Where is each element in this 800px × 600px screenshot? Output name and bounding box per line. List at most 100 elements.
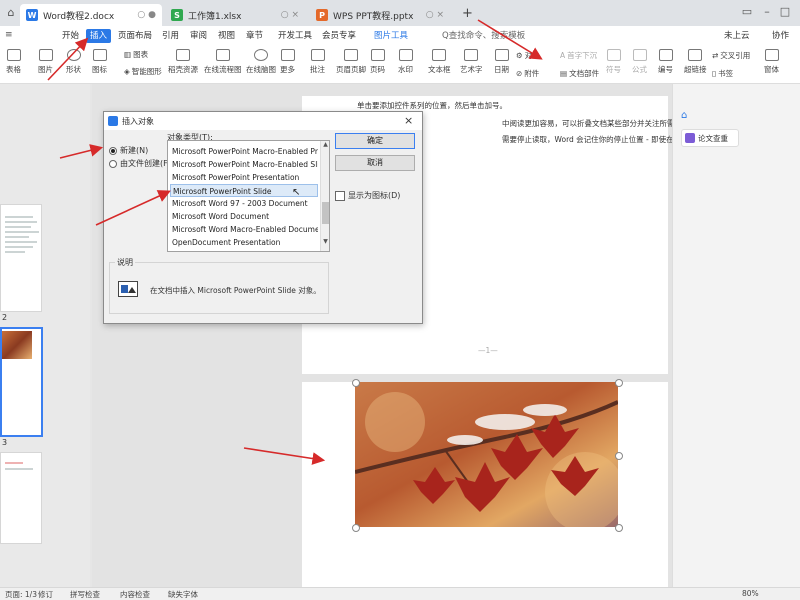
menu-references[interactable]: 引用 (158, 29, 183, 43)
picture-button[interactable]: 图片 (38, 48, 53, 80)
attachment-button[interactable]: ⊘ 附件 (516, 67, 539, 79)
list-item[interactable]: Microsoft Word 97 - 2003 Document (170, 197, 318, 210)
menu-picture-tools[interactable]: 图片工具 (370, 29, 412, 43)
menu-section[interactable]: 章节 (242, 29, 267, 43)
resize-handle[interactable] (615, 379, 623, 387)
wordart-button[interactable]: 艺术字 (460, 48, 483, 80)
hyperlink-button[interactable]: 超链接 (684, 48, 707, 80)
doc-text-line: 单击要添加控件系列的位置，然后单击加号。 (357, 101, 507, 110)
attachment-icon: ⊘ (516, 68, 523, 78)
more-button[interactable]: 更多 (280, 48, 295, 80)
cloud-status[interactable]: 未上云 (720, 29, 754, 43)
new-tab-button[interactable]: + (462, 6, 473, 21)
mindmap-button[interactable]: 在线脑图 (246, 48, 276, 80)
shape-button[interactable]: 形状 (66, 48, 81, 80)
home-panel-icon[interactable]: ⌂ (681, 110, 693, 122)
maximize-icon[interactable]: □ (778, 6, 792, 18)
menu-insert[interactable]: 插入 (86, 29, 112, 43)
list-item[interactable]: OpenDocument Presentation (170, 236, 318, 249)
page-thumbnail-selected[interactable] (0, 327, 43, 437)
tab-label: 工作簿1.xlsx (188, 11, 242, 22)
cancel-button[interactable]: 取消 (335, 155, 415, 171)
layout-icon[interactable]: ▭ (740, 6, 754, 18)
document-page-2 (302, 379, 668, 587)
list-item[interactable]: Microsoft Word Macro-Enabled Document (170, 223, 318, 236)
list-item[interactable]: Microsoft PowerPoint Presentation (170, 171, 318, 184)
smart-art-button[interactable]: ◈ 智能图形 (124, 65, 162, 77)
watermark-button[interactable]: 水印 (398, 48, 413, 80)
menu-view[interactable]: 视图 (214, 29, 239, 43)
ok-button[interactable]: 确定 (335, 133, 415, 149)
tab-excel-workbook[interactable]: S 工作簿1.xlsx ○ × (165, 4, 305, 26)
menu-review[interactable]: 审阅 (186, 29, 211, 43)
minimize-icon[interactable]: – (760, 6, 774, 18)
chart-button[interactable]: ▥ 图表 (124, 48, 148, 60)
content-check-toggle[interactable]: 内容检查 (120, 589, 150, 600)
doc-parts-button[interactable]: ▤ 文档部件 (560, 67, 599, 79)
page-number-button[interactable]: 页码 (370, 48, 385, 80)
collab-button[interactable]: 协作 (768, 29, 793, 43)
close-icon[interactable]: ○ ● (137, 10, 156, 20)
list-item[interactable]: Microsoft Word Document (170, 210, 318, 223)
resize-handle[interactable] (352, 524, 360, 532)
close-icon[interactable]: × (404, 114, 413, 127)
dialog-title-bar: 插入对象 × (104, 112, 422, 130)
date-button[interactable]: 日期 (494, 48, 509, 80)
missing-font-indicator[interactable]: 缺失字体 (168, 589, 198, 600)
scroll-down-icon[interactable]: ▼ (321, 238, 329, 245)
comment-button[interactable]: 批注 (310, 48, 325, 80)
object-button[interactable]: ⚙ 对象 (516, 49, 540, 61)
menu-developer[interactable]: 开发工具 (274, 29, 316, 43)
scrollbar-thumb[interactable] (322, 202, 329, 224)
docer-resource-button[interactable]: 稻壳资源 (168, 48, 198, 80)
header-footer-icon (344, 49, 358, 61)
display-as-icon-checkbox[interactable]: 显示为图标(D) (335, 190, 400, 201)
page-thumbnail[interactable] (0, 204, 42, 312)
paper-check-button[interactable]: 论文查重 (681, 129, 739, 147)
close-icon[interactable]: ○ × (281, 10, 299, 20)
table-button[interactable]: 表格 (6, 48, 21, 80)
resize-handle[interactable] (615, 524, 623, 532)
page-indicator[interactable]: 页面: 1/3 (5, 589, 37, 600)
close-icon[interactable]: ○ × (426, 10, 444, 20)
scroll-up-icon[interactable]: ▲ (321, 141, 329, 148)
bookmark-button[interactable]: ▯ 书签 (712, 67, 733, 79)
spell-check-toggle[interactable]: 拼写检查 (70, 589, 100, 600)
resize-handle[interactable] (615, 452, 623, 460)
list-scrollbar[interactable]: ▲ ▼ (320, 141, 329, 251)
tab-word-document[interactable]: W Word教程2.docx ○ ● (20, 4, 162, 26)
drop-cap-button[interactable]: A 首字下沉 (560, 49, 597, 61)
maple-leaf-image (355, 382, 618, 527)
page-thumbnail[interactable] (0, 452, 42, 544)
tab-ppt-presentation[interactable]: P WPS PPT教程.pptx ○ × (310, 4, 450, 26)
numbering-button[interactable]: 编号 (658, 48, 673, 80)
symbol-button[interactable]: 符号 (606, 48, 621, 80)
menu-home[interactable]: 开始 (58, 29, 83, 43)
thumbnail-number: 3 (2, 438, 8, 447)
command-search[interactable]: Q查找命令、搜索模板 (438, 29, 529, 43)
resize-handle[interactable] (352, 379, 360, 387)
formula-button[interactable]: 公式 (632, 48, 647, 80)
cross-reference-button[interactable]: ⇄ 交叉引用 (712, 49, 750, 61)
hamburger-menu-icon[interactable]: ≡ (5, 30, 13, 40)
object-type-list[interactable]: Microsoft PowerPoint Macro-Enabled Pre..… (167, 140, 330, 252)
list-item[interactable]: Microsoft PowerPoint Macro-Enabled Pre..… (170, 145, 318, 158)
home-icon[interactable]: ⌂ (4, 7, 18, 19)
flowchart-button[interactable]: 在线流程图 (204, 48, 242, 80)
radio-create-new[interactable]: 新建(N) (109, 145, 148, 156)
textbox-button[interactable]: 文本框 (428, 48, 451, 80)
zoom-level[interactable]: 80% (742, 589, 759, 598)
description-label: 说明 (115, 257, 135, 268)
menu-page-layout[interactable]: 页面布局 (114, 29, 156, 43)
radio-selected-icon (109, 146, 117, 155)
form-button[interactable]: 窗体 (764, 48, 779, 80)
header-footer-button[interactable]: 页眉页脚 (336, 48, 366, 80)
icon-button[interactable]: 图标 (92, 48, 107, 80)
maple-leaf-picture[interactable] (355, 382, 618, 527)
menu-member[interactable]: 会员专享 (318, 29, 360, 43)
page-thumbnail-panel: 2 3 (0, 84, 90, 587)
radio-create-from-file[interactable]: 由文件创建(F) (109, 158, 171, 169)
track-changes-toggle[interactable]: 修订 (38, 589, 53, 600)
word-file-icon: W (26, 9, 38, 21)
list-item[interactable]: Microsoft PowerPoint Macro-Enabled Slide (170, 158, 318, 171)
